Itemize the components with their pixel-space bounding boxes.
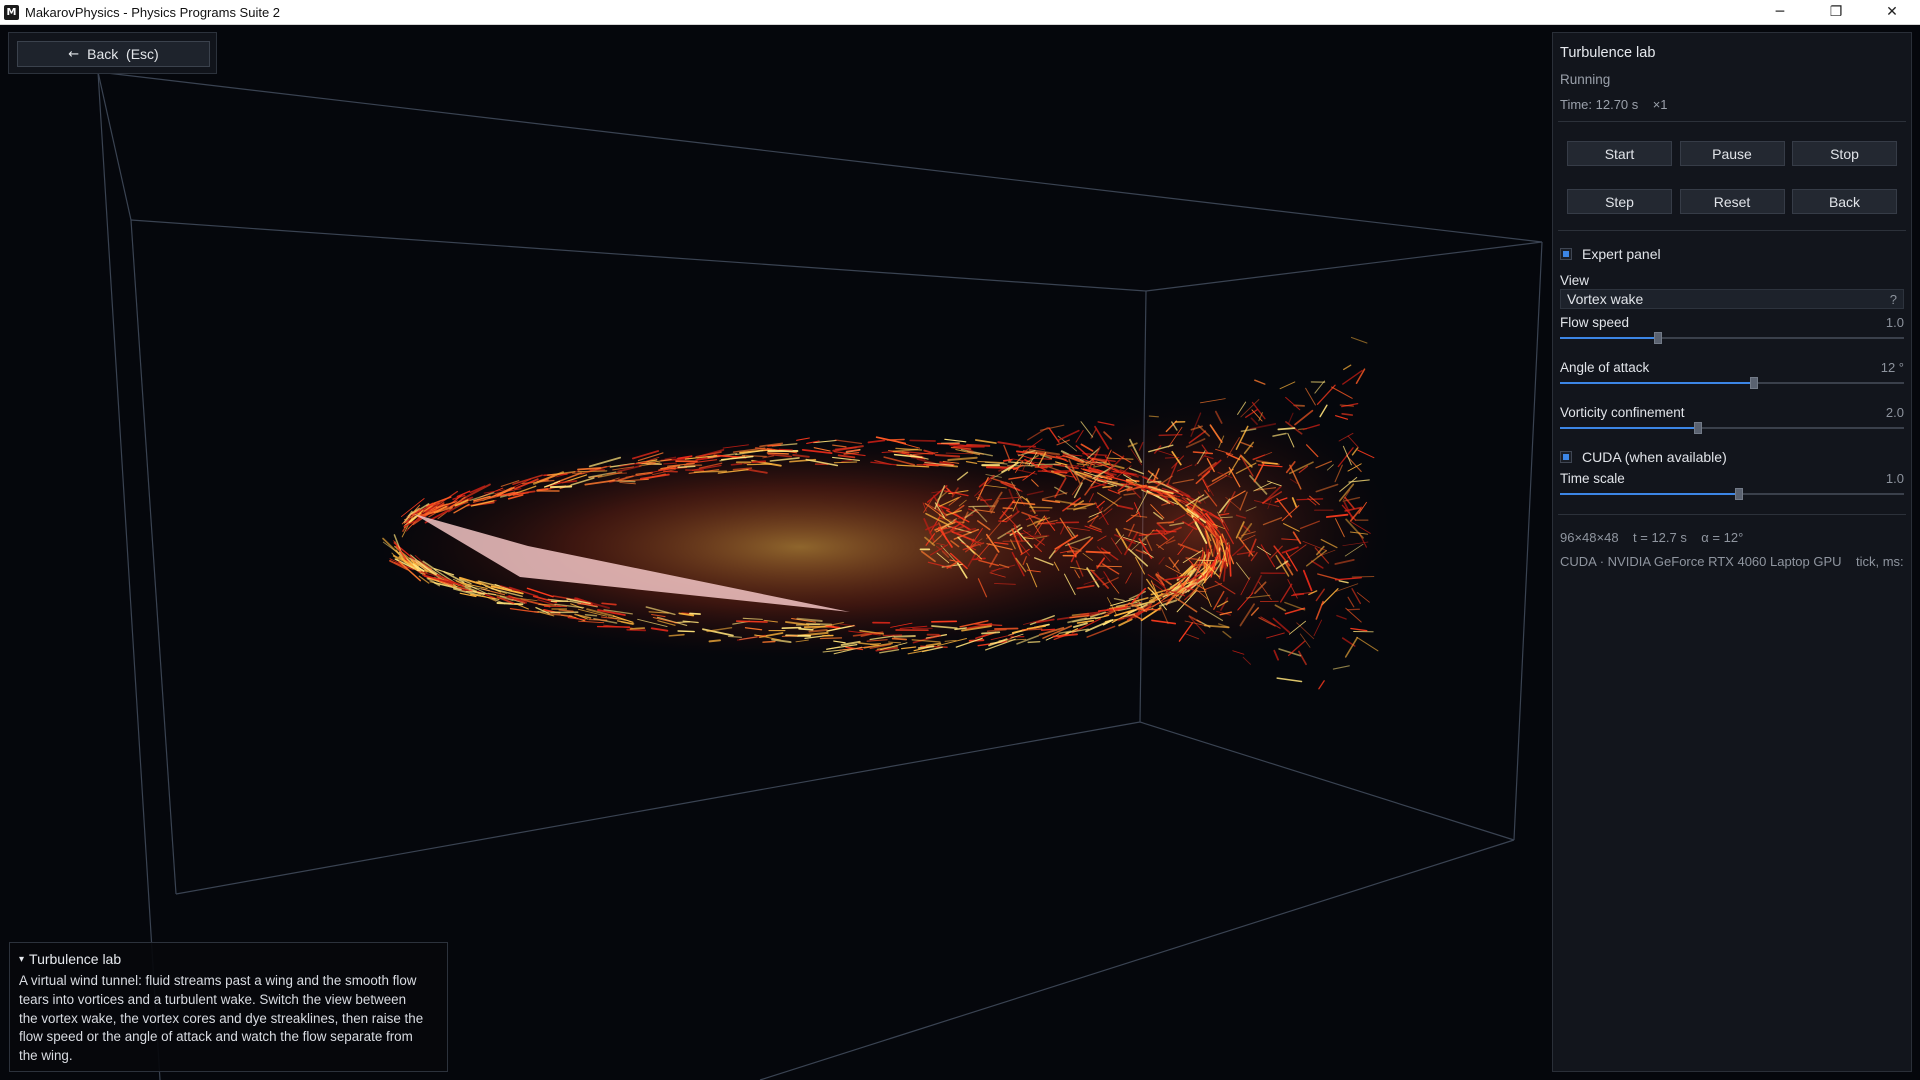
view-select-value: Vortex wake: [1567, 291, 1644, 307]
separator: [1558, 121, 1906, 122]
description-box: ▾ Turbulence lab A virtual wind tunnel: …: [9, 942, 448, 1072]
flow-speed-control: Flow speed 1.0: [1560, 315, 1904, 344]
description-title: Turbulence lab: [29, 951, 122, 967]
time-scale-control: Time scale 1.0: [1560, 471, 1904, 500]
simulation-viewport[interactable]: ← Back (Esc) ▾ Turbulence lab A virtual …: [0, 24, 1920, 1080]
angle-of-attack-label: Angle of attack: [1560, 360, 1650, 375]
sim-time: Time: 12.70 s ×1: [1560, 97, 1668, 112]
minimize-icon[interactable]: ─: [1752, 0, 1808, 24]
description-toggle[interactable]: ▾ Turbulence lab: [19, 951, 438, 967]
cuda-label: CUDA (when available): [1582, 449, 1727, 465]
window-title-bar: M MakarovPhysics - Physics Programs Suit…: [0, 0, 1920, 25]
description-line: the wing.: [19, 1048, 73, 1064]
vorticity-confinement-slider[interactable]: [1560, 422, 1904, 434]
description-line: A virtual wind tunnel: fluid streams pas…: [19, 973, 417, 988]
view-select[interactable]: Vortex wake ?: [1560, 289, 1904, 309]
time-scale-label: Time scale: [1560, 471, 1625, 486]
checkbox-icon[interactable]: [1560, 451, 1572, 463]
slider-thumb[interactable]: [1693, 422, 1702, 434]
arrow-left-icon: ←: [68, 46, 80, 62]
grid-info: 96×48×48 t = 12.7 s α = 12°: [1560, 530, 1744, 545]
stop-button[interactable]: Stop: [1792, 141, 1897, 166]
separator: [1558, 230, 1906, 231]
view-label: View: [1560, 273, 1590, 288]
panel-title: Turbulence lab: [1560, 45, 1656, 61]
start-button[interactable]: Start: [1567, 141, 1672, 166]
time-scale-slider[interactable]: [1560, 488, 1904, 500]
control-panel: Turbulence lab Running Time: 12.70 s ×1 …: [1552, 32, 1912, 1072]
flow-speed-slider[interactable]: [1560, 332, 1904, 344]
vortex-wake-flow: [380, 336, 1390, 690]
step-button[interactable]: Step: [1567, 189, 1672, 214]
control-buttons-row-1: Start Pause Stop: [1560, 141, 1904, 166]
expert-panel-label: Expert panel: [1582, 246, 1661, 262]
flow-speed-value: 1.0: [1885, 315, 1904, 330]
angle-of-attack-value: 12 °: [1880, 360, 1904, 375]
vorticity-confinement-value: 2.0: [1885, 405, 1904, 420]
time-scale-value: 1.0: [1885, 471, 1904, 486]
window-controls: ─ ❐ ✕: [1752, 0, 1920, 24]
control-buttons-row-2: Step Reset Back: [1560, 189, 1904, 214]
back-button-label: Back (Esc): [87, 46, 159, 62]
window-title: MakarovPhysics - Physics Programs Suite …: [25, 4, 281, 20]
question-icon[interactable]: ?: [1890, 292, 1897, 307]
expert-panel-toggle[interactable]: Expert panel: [1560, 246, 1904, 262]
description-line: the vortex wake, the vortex cores and dy…: [19, 1010, 424, 1026]
flow-speed-label: Flow speed: [1560, 315, 1630, 330]
run-status: Running: [1560, 72, 1611, 87]
checkbox-icon[interactable]: [1560, 248, 1572, 260]
vorticity-confinement-label: Vorticity confinement: [1560, 405, 1685, 420]
panel-back-button[interactable]: Back: [1792, 189, 1897, 214]
separator: [1558, 514, 1906, 515]
slider-thumb[interactable]: [1750, 377, 1759, 389]
slider-thumb[interactable]: [1734, 488, 1743, 500]
angle-of-attack-slider[interactable]: [1560, 377, 1904, 389]
back-button[interactable]: ← Back (Esc): [17, 41, 210, 67]
back-toolbar: ← Back (Esc): [8, 32, 217, 74]
restore-icon[interactable]: ❐: [1808, 0, 1864, 24]
slider-thumb[interactable]: [1654, 332, 1663, 344]
angle-of-attack-control: Angle of attack 12 °: [1560, 360, 1904, 389]
gpu-info: CUDA · NVIDIA GeForce RTX 4060 Laptop GP…: [1560, 554, 1904, 569]
vorticity-confinement-control: Vorticity confinement 2.0: [1560, 405, 1904, 434]
pause-button[interactable]: Pause: [1679, 141, 1785, 166]
triangle-down-icon: ▾: [19, 953, 25, 965]
app-logo-icon: M: [4, 4, 19, 20]
cuda-toggle[interactable]: CUDA (when available): [1560, 449, 1904, 465]
reset-button[interactable]: Reset: [1679, 189, 1785, 214]
description-line: tears into vortices and a turbulent wake…: [19, 991, 407, 1007]
description-line: flow speed or the angle of attack and wa…: [19, 1029, 413, 1045]
description-text: A virtual wind tunnel: fluid streams pas…: [19, 972, 438, 1066]
close-icon[interactable]: ✕: [1864, 0, 1920, 24]
